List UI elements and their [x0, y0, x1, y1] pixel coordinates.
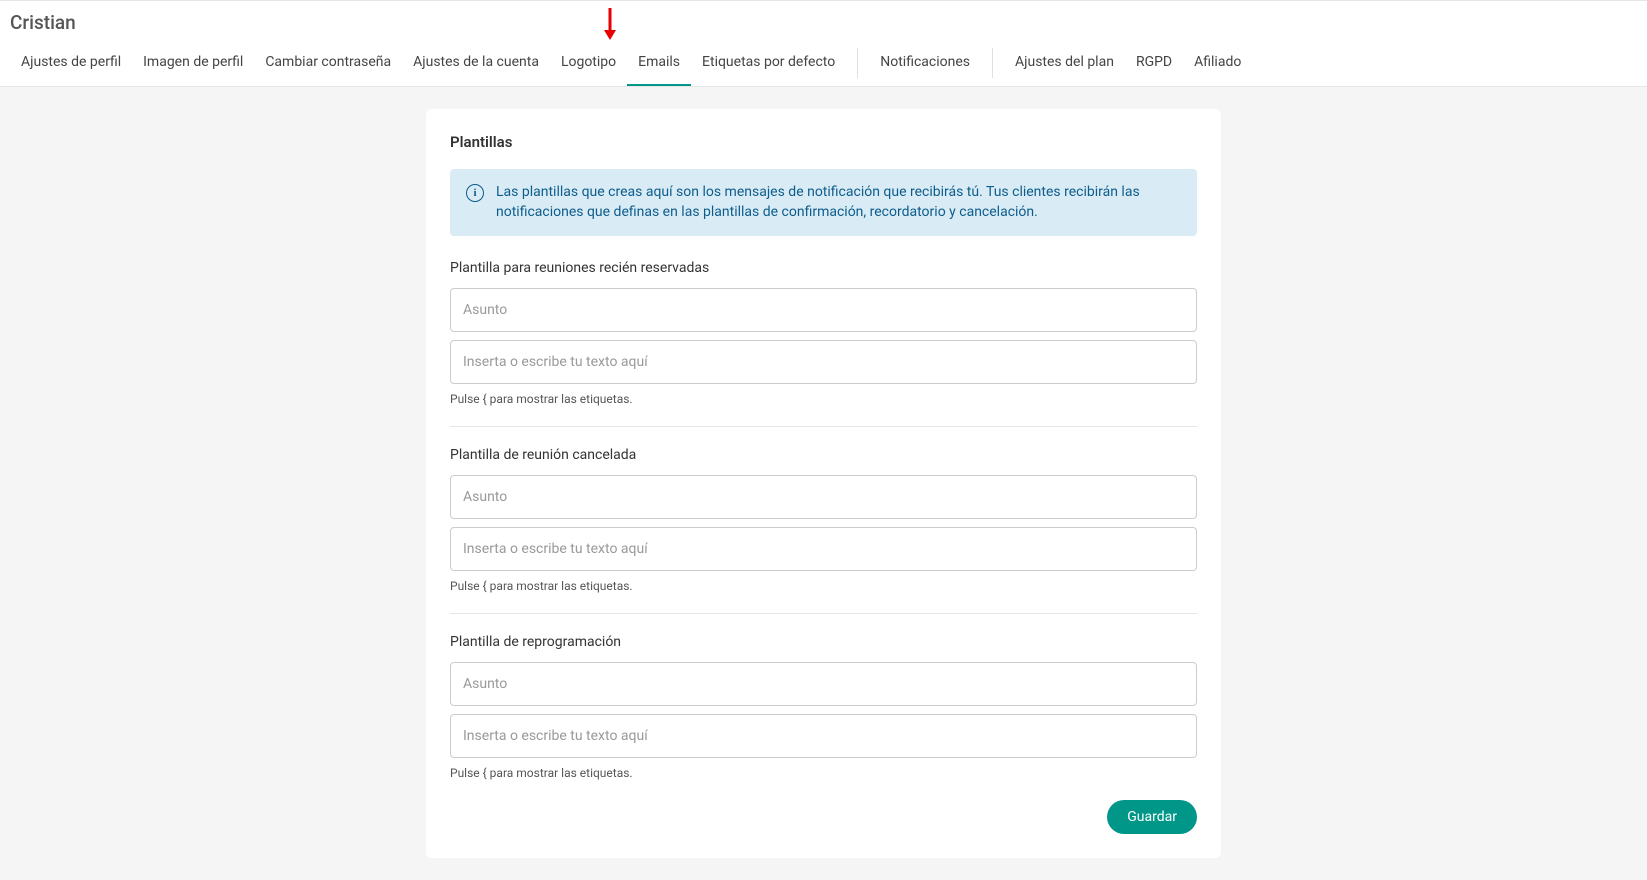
- content-wrapper: Plantillas i Las plantillas que creas aq…: [0, 87, 1647, 880]
- helper-text: Pulse { para mostrar las etiquetas.: [450, 392, 1197, 406]
- info-icon: i: [466, 184, 484, 202]
- tab-notifications[interactable]: Notificaciones: [869, 46, 981, 86]
- tab-divider: [992, 48, 993, 78]
- body-input[interactable]: [450, 714, 1197, 758]
- section-divider: [450, 426, 1197, 427]
- section-divider: [450, 613, 1197, 614]
- template-section-cancelled-meeting: Plantilla de reunión cancelada Pulse { p…: [450, 447, 1197, 593]
- templates-card: Plantillas i Las plantillas que creas aq…: [426, 109, 1221, 858]
- tab-logo[interactable]: Logotipo: [550, 46, 627, 86]
- tab-account-settings[interactable]: Ajustes de la cuenta: [402, 46, 550, 86]
- tab-divider: [857, 48, 858, 78]
- body-input[interactable]: [450, 340, 1197, 384]
- section-label: Plantilla de reprogramación: [450, 634, 1197, 650]
- tab-emails[interactable]: Emails: [627, 46, 691, 86]
- tab-rgpd[interactable]: RGPD: [1125, 46, 1183, 86]
- body-input[interactable]: [450, 527, 1197, 571]
- tab-profile-settings[interactable]: Ajustes de perfil: [10, 46, 132, 86]
- tabs-nav: Ajustes de perfil Imagen de perfil Cambi…: [0, 38, 1647, 86]
- template-section-reschedule: Plantilla de reprogramación Pulse { para…: [450, 634, 1197, 780]
- info-alert: i Las plantillas que creas aquí son los …: [450, 169, 1197, 236]
- tab-plan-settings[interactable]: Ajustes del plan: [1004, 46, 1125, 86]
- save-button[interactable]: Guardar: [1107, 800, 1197, 834]
- card-footer: Guardar: [450, 800, 1197, 834]
- header: Cristian Ajustes de perfil Imagen de per…: [0, 0, 1647, 87]
- section-label: Plantilla de reunión cancelada: [450, 447, 1197, 463]
- template-section-new-meeting: Plantilla para reuniones recién reservad…: [450, 260, 1197, 406]
- helper-text: Pulse { para mostrar las etiquetas.: [450, 579, 1197, 593]
- tab-change-password[interactable]: Cambiar contraseña: [254, 46, 402, 86]
- tab-affiliate[interactable]: Afiliado: [1183, 46, 1252, 86]
- tab-default-labels[interactable]: Etiquetas por defecto: [691, 46, 846, 86]
- subject-input[interactable]: [450, 662, 1197, 706]
- subject-input[interactable]: [450, 288, 1197, 332]
- section-label: Plantilla para reuniones recién reservad…: [450, 260, 1197, 276]
- alert-text: Las plantillas que creas aquí son los me…: [496, 183, 1181, 222]
- helper-text: Pulse { para mostrar las etiquetas.: [450, 766, 1197, 780]
- card-title: Plantillas: [450, 133, 1197, 151]
- page-title: Cristian: [0, 1, 1647, 38]
- subject-input[interactable]: [450, 475, 1197, 519]
- tab-profile-image[interactable]: Imagen de perfil: [132, 46, 254, 86]
